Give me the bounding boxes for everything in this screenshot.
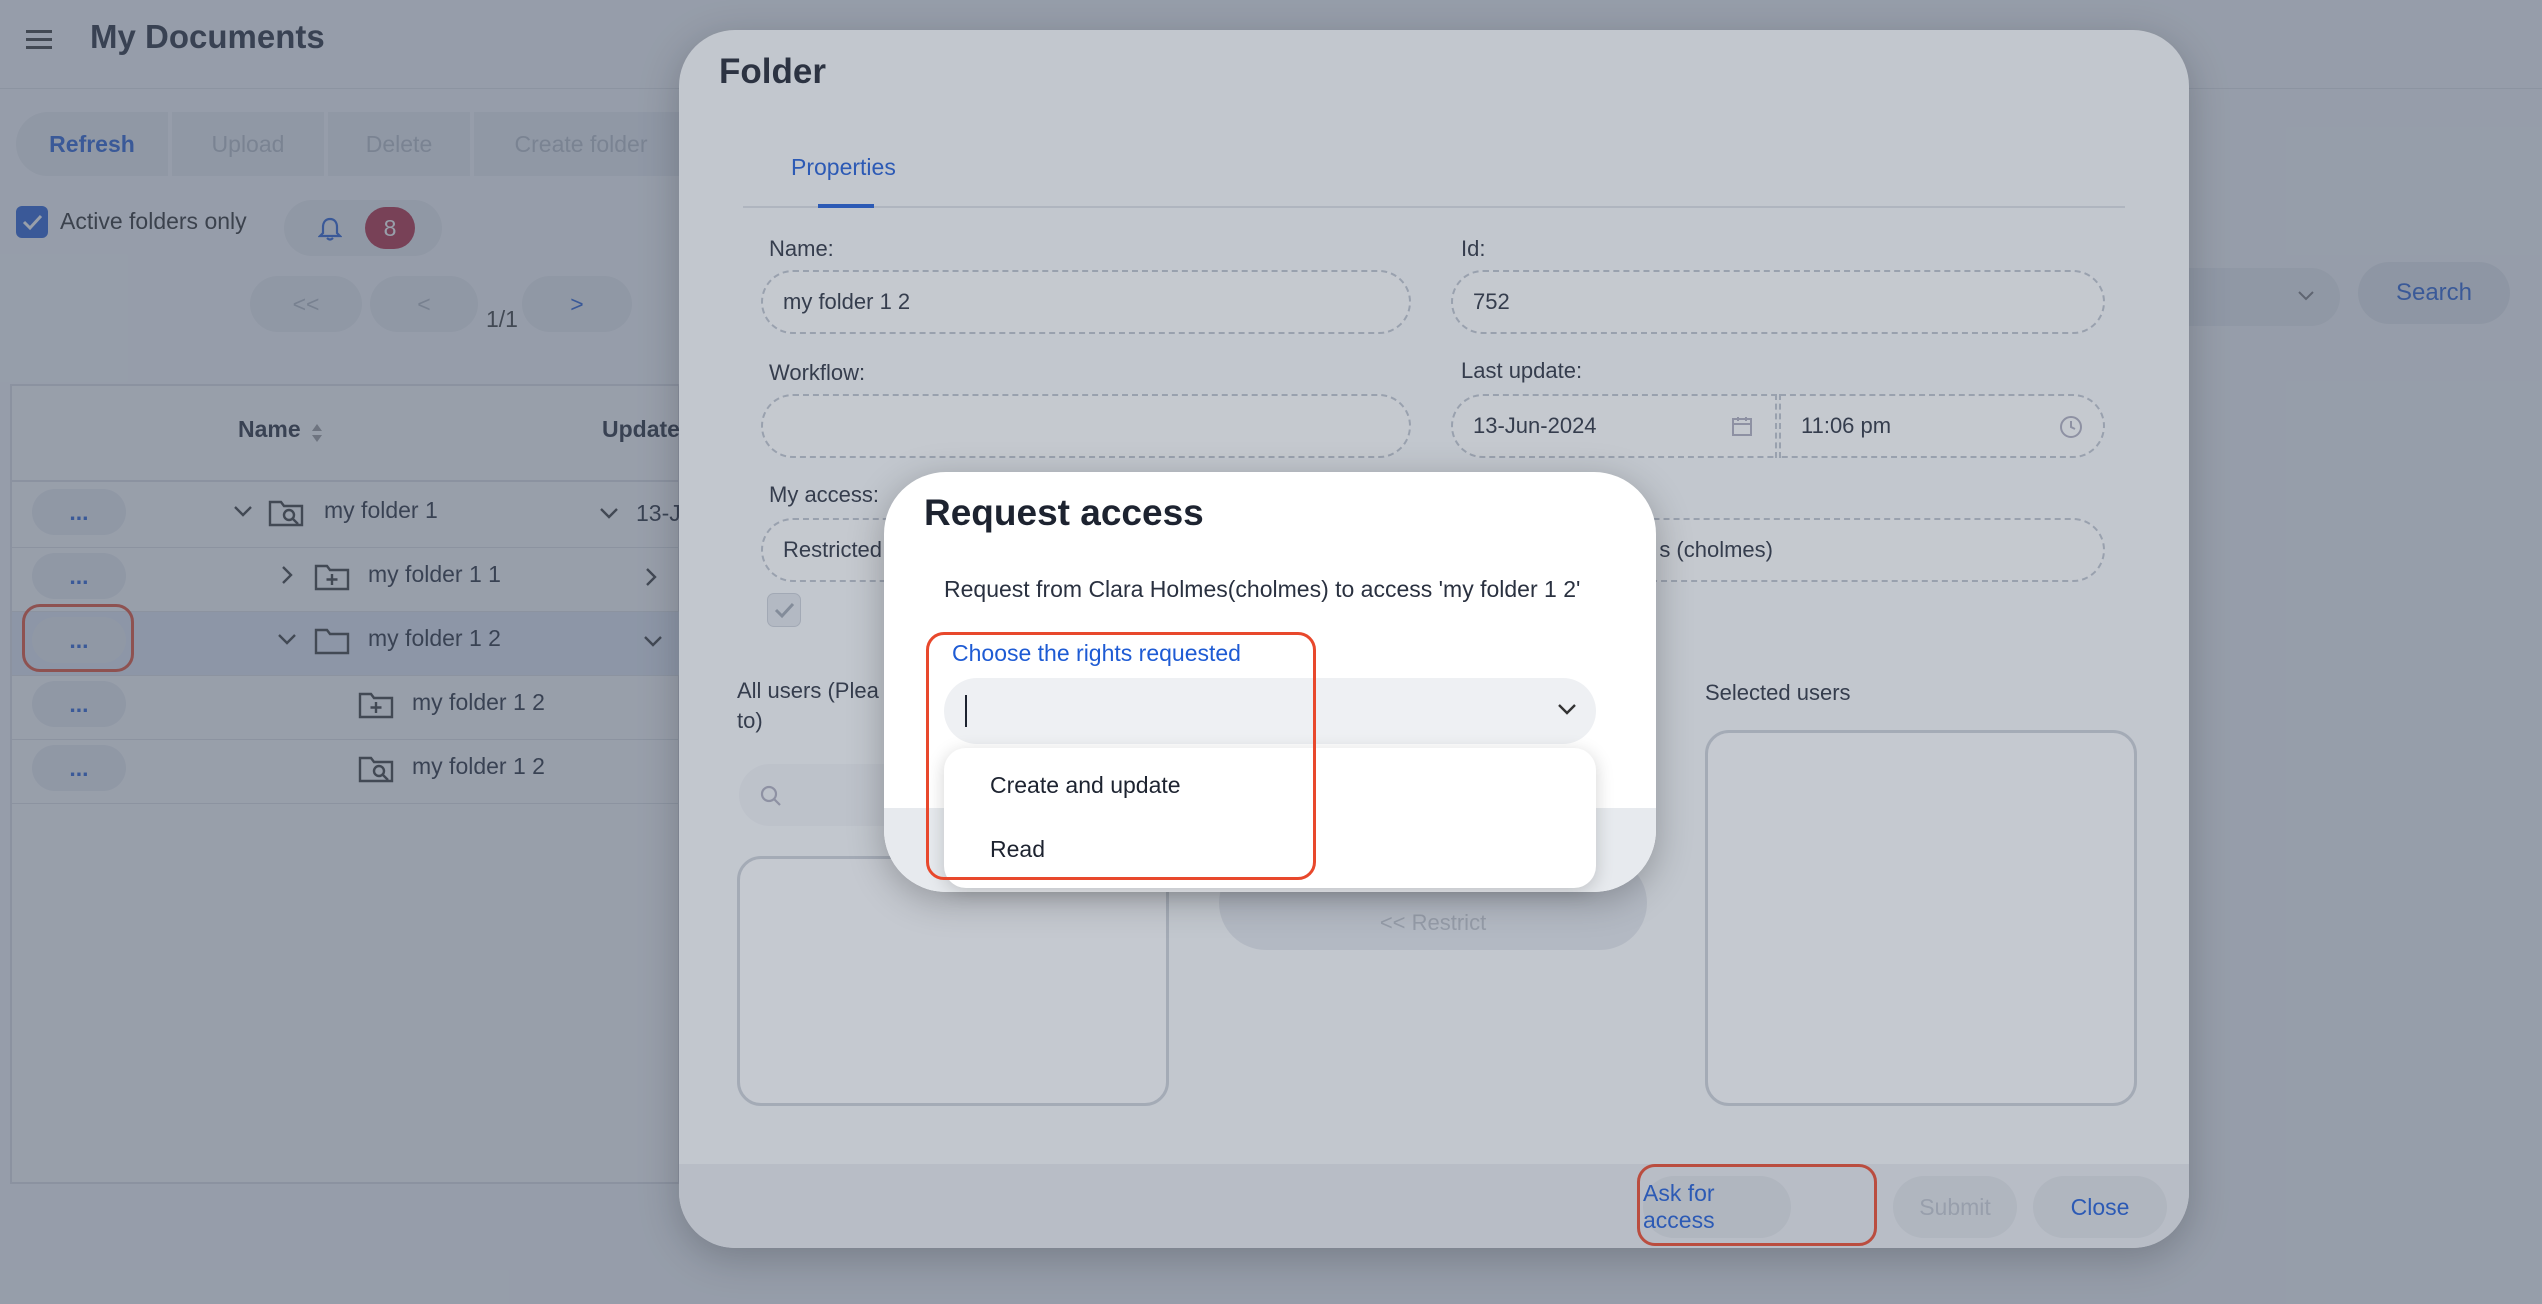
highlight-rights-selection [926, 632, 1316, 880]
dialog-title: Request access [924, 492, 1204, 533]
request-message: Request from Clara Holmes(cholmes) to ac… [944, 576, 1581, 602]
chevron-down-icon[interactable] [1556, 702, 1578, 718]
